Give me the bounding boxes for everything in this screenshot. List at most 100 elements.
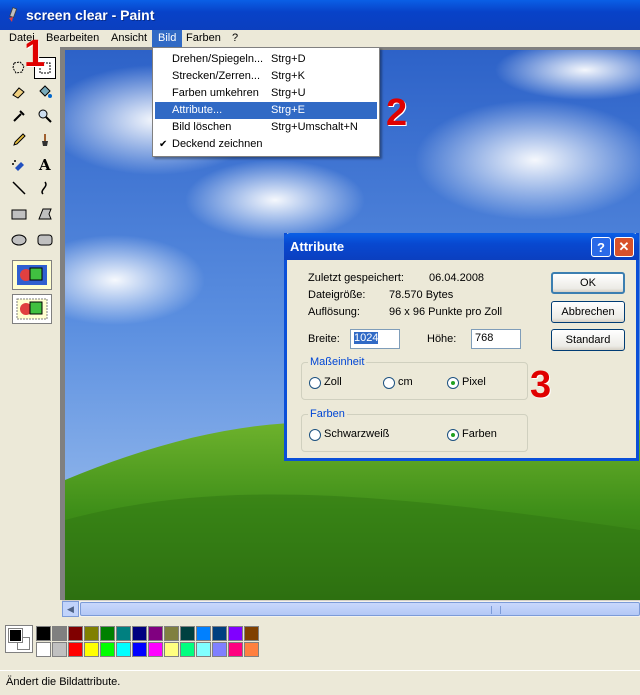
curve-icon[interactable] [34,177,56,199]
menu-farben[interactable]: Farben [180,30,227,47]
window-title: screen clear - Paint [26,7,155,23]
width-label: Breite: [308,333,340,345]
menu-item-rotate-flip[interactable]: Drehen/Spiegeln... Strg+D [155,51,377,68]
radio-black-white-label: Schwarzweiß [324,428,390,440]
palette-swatch[interactable] [100,626,115,641]
radio-pixel-label: Pixel [462,376,486,388]
radio-colors[interactable] [447,429,459,441]
radio-pixel[interactable] [447,377,459,389]
width-input[interactable]: 1024 [350,329,400,349]
dialog-title-bar: Attribute ? ✕ [284,233,639,260]
cancel-button[interactable]: Abbrechen [551,301,625,323]
menu-item-shortcut: Strg+E [271,104,305,116]
palette-swatch[interactable] [68,642,83,657]
palette-swatch[interactable] [132,626,147,641]
toolbox: A [0,47,60,617]
menu-item-invert-colors[interactable]: Farben umkehren Strg+U [155,85,377,102]
palette-swatch[interactable] [244,626,259,641]
default-button[interactable]: Standard [551,329,625,351]
annotation-step-3: 3 [530,364,552,406]
height-label: Höhe: [427,333,457,345]
palette-swatch[interactable] [180,626,195,641]
scroll-thumb[interactable] [80,602,640,616]
menu-bild[interactable]: Bild [152,30,183,47]
width-value: 1024 [354,332,379,344]
menu-item-label: Drehen/Spiegeln... [172,53,264,65]
menu-item-clear-image[interactable]: Bild löschen Strg+Umschalt+N [155,119,377,136]
palette-swatch[interactable] [148,626,163,641]
radio-cm[interactable] [383,377,395,389]
brush-icon[interactable] [34,129,56,151]
palette-swatch[interactable] [116,642,131,657]
ok-button[interactable]: OK [551,272,625,294]
menu-ansicht[interactable]: Ansicht [105,30,153,47]
svg-text:A: A [38,156,51,172]
menu-item-draw-opaque[interactable]: ✔ Deckend zeichnen [155,136,377,153]
menu-item-label: Bild löschen [172,121,232,133]
menu-help[interactable]: ? [226,30,244,47]
dialog-title: Attribute [290,239,345,254]
radio-zoll[interactable] [309,377,321,389]
radio-black-white[interactable] [309,429,321,441]
palette-swatch[interactable] [84,626,99,641]
palette-swatch[interactable] [52,642,67,657]
eyedropper-icon[interactable] [8,105,30,127]
height-input[interactable]: 768 [471,329,521,349]
horizontal-scrollbar[interactable]: ◀ [62,600,640,617]
fill-bucket-icon[interactable] [34,81,56,103]
attributes-dialog: Attribute ? ✕ Zuletzt gespeichert: 06.04… [284,233,639,461]
rounded-rect-icon[interactable] [34,229,56,251]
magnifier-icon[interactable] [34,105,56,127]
palette-swatch[interactable] [116,626,131,641]
resolution-value: 96 x 96 Punkte pro Zoll [389,306,503,318]
palette-swatch[interactable] [228,642,243,657]
saved-label: Zuletzt gespeichert: [308,272,404,284]
menu-bearbeiten[interactable]: Bearbeiten [40,30,105,47]
palette-swatch[interactable] [196,642,211,657]
line-icon[interactable] [8,177,30,199]
menu-item-shortcut: Strg+U [271,87,306,99]
palette-swatch[interactable] [132,642,147,657]
palette-swatch[interactable] [36,626,51,641]
palette-swatch[interactable] [36,642,51,657]
polygon-icon[interactable] [34,203,56,225]
transparent-option-icon[interactable] [12,294,52,324]
resolution-label: Auflösung: [308,306,360,318]
palette-swatch[interactable] [180,642,195,657]
palette-swatch[interactable] [196,626,211,641]
height-value: 768 [475,332,494,344]
help-icon[interactable]: ? [591,237,611,257]
palette-swatch[interactable] [244,642,259,657]
palette-swatch[interactable] [212,642,227,657]
close-icon[interactable]: ✕ [614,237,634,257]
menu-bar: Datei Bearbeiten Ansicht Bild Farben ? [0,30,640,47]
palette-swatch[interactable] [148,642,163,657]
menu-item-shortcut: Strg+D [271,53,306,65]
palette-swatch[interactable] [84,642,99,657]
menu-item-stretch-skew[interactable]: Strecken/Zerren... Strg+K [155,68,377,85]
opaque-option-icon[interactable] [12,260,52,290]
menu-item-attributes[interactable]: Attribute... Strg+E [155,102,377,119]
pencil-icon[interactable] [8,129,30,151]
rectangle-icon[interactable] [8,203,30,225]
palette-swatch[interactable] [68,626,83,641]
eraser-icon[interactable] [8,81,30,103]
palette-swatch[interactable] [228,626,243,641]
palette-swatch[interactable] [164,642,179,657]
status-text: Ändert die Bildattribute. [6,676,121,688]
airbrush-icon[interactable] [8,153,30,175]
palette-swatch[interactable] [52,626,67,641]
text-icon[interactable]: A [34,153,56,175]
menu-item-shortcut: Strg+K [271,70,305,82]
ellipse-icon[interactable] [8,229,30,251]
status-bar: Ändert die Bildattribute. [0,670,640,695]
palette-swatch[interactable] [212,626,227,641]
menu-item-label: Attribute... [172,104,223,116]
palette-swatch[interactable] [100,642,115,657]
paint-app-icon [9,7,18,22]
menu-item-label: Deckend zeichnen [172,138,263,150]
current-colors-indicator[interactable] [5,625,33,653]
units-group: Maßeinheit Zoll cm Pixel [301,356,528,400]
palette-swatch[interactable] [164,626,179,641]
scroll-left-icon[interactable]: ◀ [62,601,79,617]
